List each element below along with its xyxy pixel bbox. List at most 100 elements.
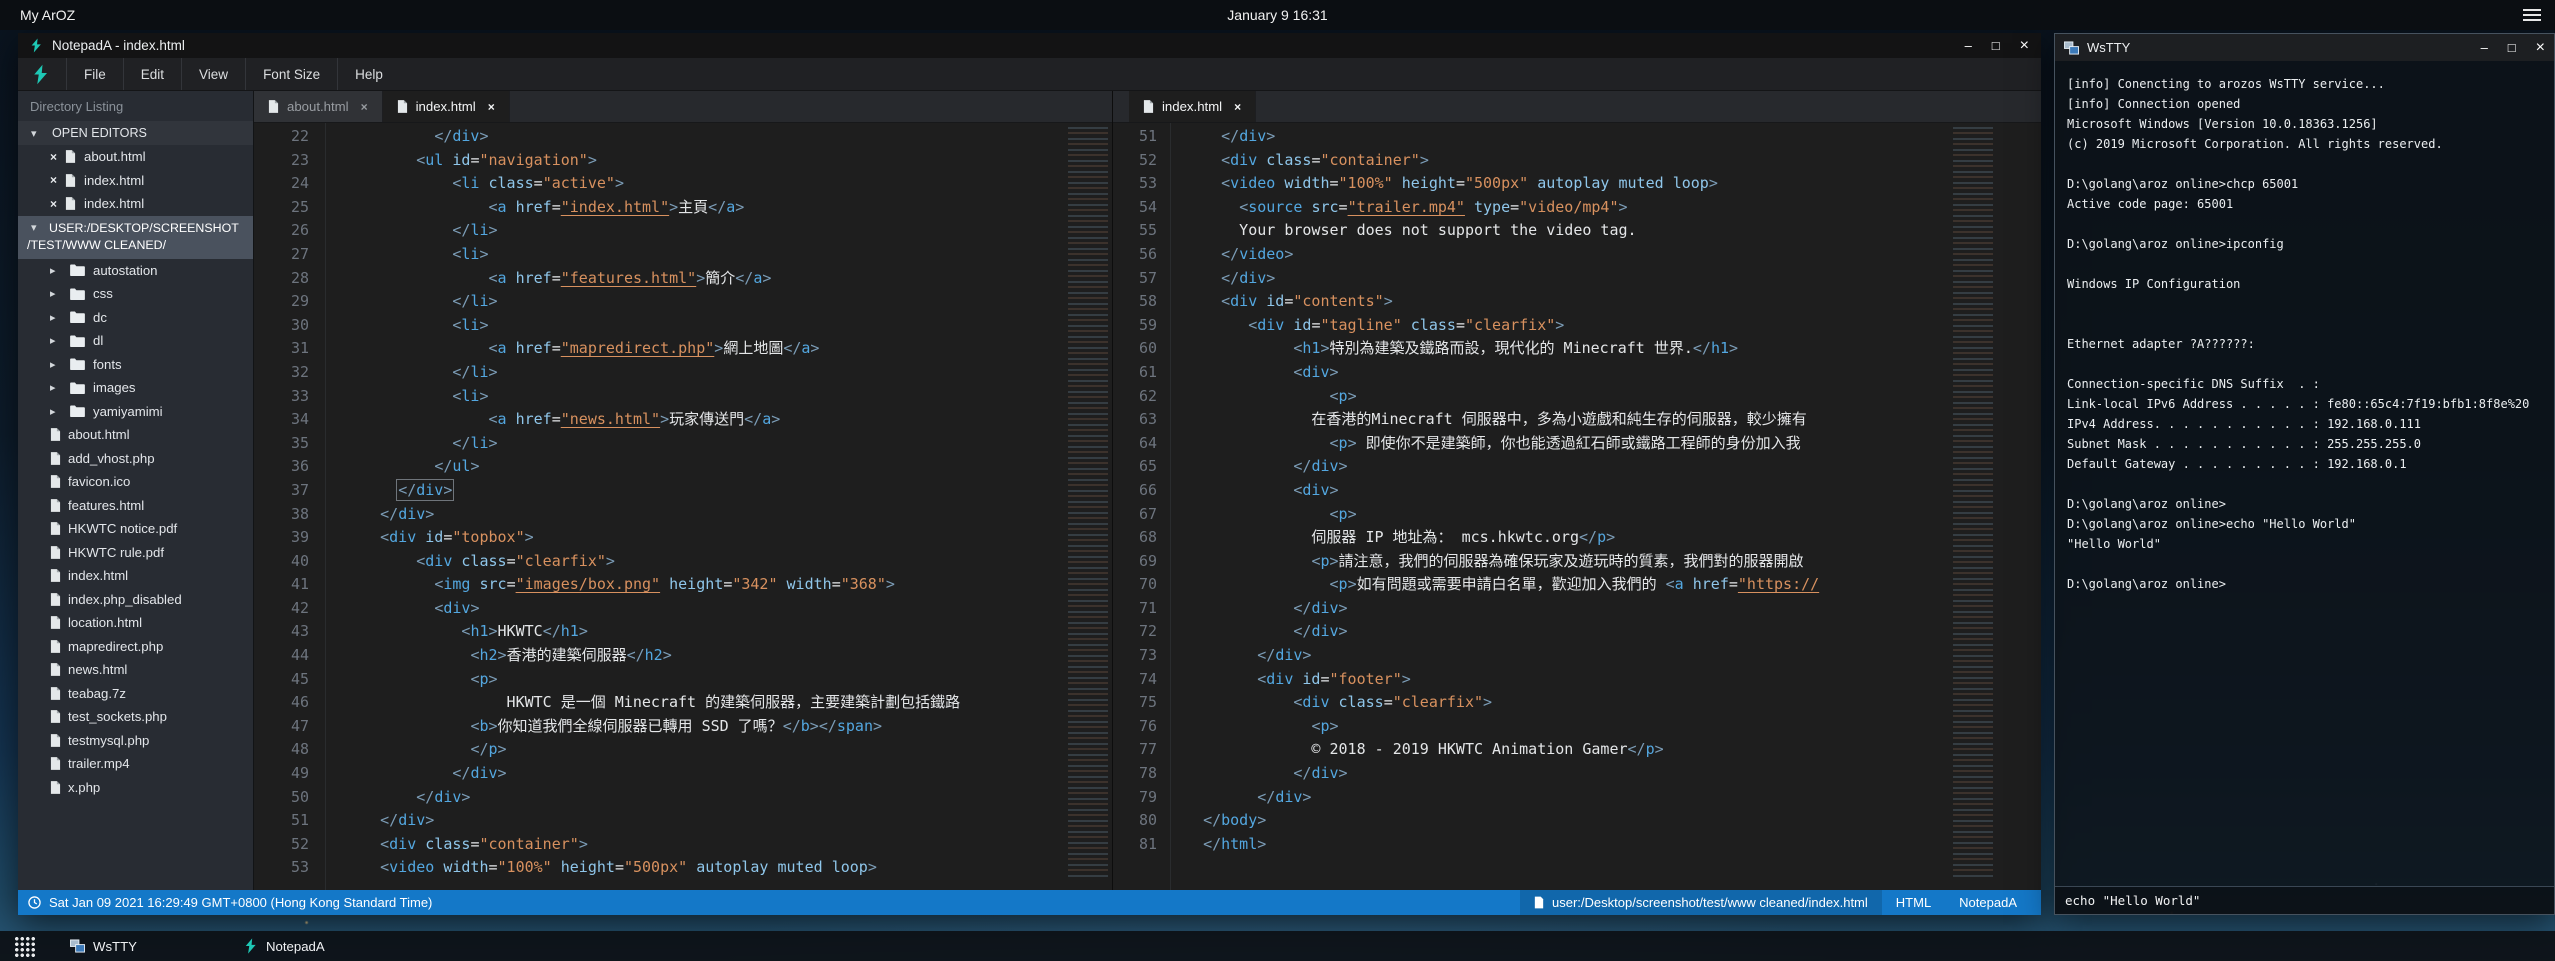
code-line[interactable]: <div class="clearfix"> — [1185, 691, 2041, 715]
menu-view[interactable]: View — [181, 58, 245, 90]
code-line[interactable]: <a href="index.html">主頁</a> — [344, 196, 1112, 220]
close-icon[interactable]: × — [50, 197, 57, 211]
code-line[interactable]: </div> — [1185, 786, 2041, 810]
code-line[interactable]: <h1>HKWTC</h1> — [344, 620, 1112, 644]
code-line[interactable]: </html> — [1185, 833, 2041, 857]
maximize-button[interactable]: □ — [2508, 40, 2516, 55]
code-line[interactable]: </div> — [344, 809, 1112, 833]
sidebar-file[interactable]: testmysql.php — [18, 729, 253, 753]
close-icon[interactable]: × — [1234, 100, 1241, 114]
code-line[interactable]: </div> — [344, 479, 1112, 503]
code-line[interactable]: Your browser does not support the video … — [1185, 219, 2041, 243]
code-line[interactable]: <p>請注意，我們的伺服器為確保玩家及遊玩時的質素，我們對的服器開啟 — [1185, 550, 2041, 574]
taskbar-item-wstty[interactable]: WsTTY — [60, 931, 147, 961]
code-line[interactable]: </video> — [1185, 243, 2041, 267]
code-line[interactable]: </li> — [344, 219, 1112, 243]
sidebar-file[interactable]: x.php — [18, 776, 253, 800]
hamburger-menu-icon[interactable] — [2523, 9, 2541, 11]
code-line[interactable]: <p> — [1185, 385, 2041, 409]
sidebar-file[interactable]: index.php_disabled — [18, 588, 253, 612]
code-line[interactable]: <h2>香港的建築伺服器</h2> — [344, 644, 1112, 668]
code-line[interactable]: <div id="contents"> — [1185, 290, 2041, 314]
code-line[interactable]: </li> — [344, 290, 1112, 314]
code-line[interactable]: </div> — [344, 503, 1112, 527]
code-line[interactable]: <p> 即使你不是建築師，你也能透過紅石師或鐵路工程師的身份加入我 — [1185, 432, 2041, 456]
sidebar-folder[interactable]: ▸fonts — [18, 353, 253, 377]
sidebar-file[interactable]: teabag.7z — [18, 682, 253, 706]
code-line[interactable]: <h1>特別為建築及鐵路而設，現代化的 Minecraft 世界.</h1> — [1185, 337, 2041, 361]
terminal-input[interactable]: echo "Hello World" — [2055, 886, 2554, 914]
sidebar-file[interactable]: test_sockets.php — [18, 705, 253, 729]
code-line[interactable]: </div> — [344, 786, 1112, 810]
close-button[interactable]: × — [2536, 39, 2545, 57]
sidebar-folder[interactable]: ▸dl — [18, 329, 253, 353]
minimap[interactable] — [1953, 127, 1993, 880]
code-line[interactable]: <div> — [344, 597, 1112, 621]
code-line[interactable]: <div class="clearfix"> — [344, 550, 1112, 574]
code-line[interactable]: <p> — [1185, 715, 2041, 739]
sidebar-folder[interactable]: ▸yamiyamimi — [18, 400, 253, 424]
menu-help[interactable]: Help — [337, 58, 400, 90]
code-line[interactable]: <source src="trailer.mp4" type="video/mp… — [1185, 196, 2041, 220]
code-line[interactable]: <div> — [1185, 361, 2041, 385]
taskbar-item-notepada[interactable]: NotepadA — [234, 931, 335, 961]
code-line[interactable]: </div> — [1185, 597, 2041, 621]
code-line[interactable]: </li> — [344, 432, 1112, 456]
code-line[interactable]: </div> — [1185, 620, 2041, 644]
code-line[interactable]: HKWTC 是一個 Minecraft 的建築伺服器，主要建築計劃包括鐵路 — [344, 691, 1112, 715]
code-line[interactable]: <ul id="navigation"> — [344, 149, 1112, 173]
code-line[interactable]: </div> — [344, 125, 1112, 149]
maximize-button[interactable]: □ — [1992, 38, 2000, 53]
close-icon[interactable]: × — [488, 100, 495, 114]
sidebar-file[interactable]: trailer.mp4 — [18, 752, 253, 776]
menu-font-size[interactable]: Font Size — [245, 58, 337, 90]
code-editor-left[interactable]: </div> <ul id="navigation"> <li class="a… — [326, 123, 1112, 890]
code-line[interactable]: <li> — [344, 314, 1112, 338]
code-line[interactable]: </li> — [344, 361, 1112, 385]
sidebar-file[interactable]: about.html — [18, 423, 253, 447]
code-line[interactable]: <p>如有問題或需要申請白名單，歡迎加入我們的 <a href="https:/… — [1185, 573, 2041, 597]
tab-about.html[interactable]: about.html× — [254, 91, 383, 122]
app-launcher-grid-icon[interactable] — [14, 936, 35, 957]
sidebar-file[interactable]: features.html — [18, 494, 253, 518]
code-line[interactable]: <div> — [1185, 479, 2041, 503]
sidebar-folder[interactable]: ▸images — [18, 376, 253, 400]
sidebar-file[interactable]: favicon.ico — [18, 470, 253, 494]
code-line[interactable]: <li> — [344, 243, 1112, 267]
code-line[interactable]: <p> — [1185, 503, 2041, 527]
system-menu-title[interactable]: My ArOZ — [0, 7, 75, 23]
code-line[interactable]: <a href="news.html">玩家傳送門</a> — [344, 408, 1112, 432]
sidebar-file[interactable]: HKWTC notice.pdf — [18, 517, 253, 541]
tab-index.html[interactable]: index.html× — [383, 91, 510, 122]
code-editor-right[interactable]: </div> <div class="container"> <video wi… — [1171, 123, 2041, 890]
sidebar-file[interactable]: HKWTC rule.pdf — [18, 541, 253, 565]
code-line[interactable]: </ul> — [344, 455, 1112, 479]
menu-edit[interactable]: Edit — [123, 58, 181, 90]
code-line[interactable]: <b>你知道我們全線伺服器已轉用 SSD 了嗎？</b></span> — [344, 715, 1112, 739]
code-line[interactable]: </body> — [1185, 809, 2041, 833]
minimize-button[interactable]: – — [1965, 38, 1972, 53]
sidebar-folder[interactable]: ▸css — [18, 282, 253, 306]
sidebar-file[interactable]: mapredirect.php — [18, 635, 253, 659]
code-line[interactable]: <div id="tagline" class="clearfix"> — [1185, 314, 2041, 338]
code-line[interactable]: 在香港的Minecraft 伺服器中，多為小遊戲和純生存的伺服器，較少擁有 — [1185, 408, 2041, 432]
code-line[interactable]: <div class="container"> — [344, 833, 1112, 857]
code-line[interactable]: <a href="mapredirect.php">網上地圖</a> — [344, 337, 1112, 361]
sidebar-file[interactable]: add_vhost.php — [18, 447, 253, 471]
code-line[interactable]: <video width="100%" height="500px" autop… — [344, 856, 1112, 880]
open-editors-section[interactable]: ▾ OPEN EDITORS — [18, 121, 253, 145]
code-line[interactable]: </div> — [1185, 125, 2041, 149]
open-editor-item[interactable]: ×index.html — [18, 169, 253, 193]
code-line[interactable]: <p> — [344, 668, 1112, 692]
menu-file[interactable]: File — [66, 58, 123, 90]
minimap[interactable] — [1068, 127, 1108, 880]
code-line[interactable]: </p> — [344, 738, 1112, 762]
open-editor-item[interactable]: ×index.html — [18, 192, 253, 216]
code-line[interactable]: </div> — [1185, 267, 2041, 291]
sidebar-file[interactable]: location.html — [18, 611, 253, 635]
code-line[interactable]: <li class="active"> — [344, 172, 1112, 196]
sidebar-file[interactable]: index.html — [18, 564, 253, 588]
close-icon[interactable]: × — [50, 150, 57, 164]
code-line[interactable]: <div id="topbox"> — [344, 526, 1112, 550]
tab-index.html[interactable]: index.html× — [1129, 91, 1256, 122]
